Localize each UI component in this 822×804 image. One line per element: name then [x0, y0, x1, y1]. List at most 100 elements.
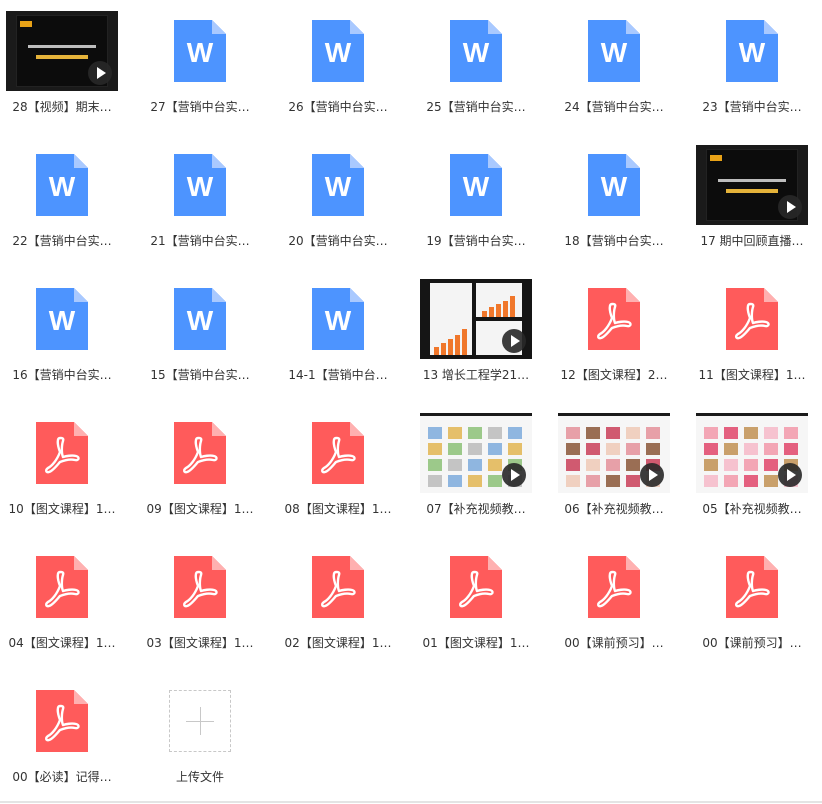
file-item[interactable]: W 15【营销中台实… [131, 268, 269, 402]
file-thumbnail[interactable] [0, 10, 131, 92]
file-thumbnail[interactable]: W [131, 144, 269, 226]
file-item[interactable]: W 23【营销中台实… [683, 0, 821, 134]
file-thumbnail[interactable] [683, 144, 821, 226]
file-item[interactable]: 00【课前预习】… [683, 536, 821, 670]
play-icon[interactable] [502, 329, 526, 353]
file-thumbnail[interactable] [131, 412, 269, 494]
file-item[interactable]: 03【图文课程】1… [131, 536, 269, 670]
file-thumbnail[interactable] [269, 412, 407, 494]
file-thumbnail[interactable] [0, 546, 131, 628]
file-item[interactable]: W 19【营销中台实… [407, 134, 545, 268]
file-thumbnail[interactable]: W [269, 144, 407, 226]
file-thumbnail[interactable]: W [131, 10, 269, 92]
file-item[interactable]: 28【视频】期末… [0, 0, 131, 134]
play-icon[interactable] [502, 463, 526, 487]
file-thumbnail[interactable] [683, 546, 821, 628]
file-thumbnail[interactable] [683, 412, 821, 494]
file-thumbnail[interactable]: W [683, 10, 821, 92]
file-item[interactable]: W 24【营销中台实… [545, 0, 683, 134]
file-name[interactable]: 01【图文课程】1… [409, 635, 543, 651]
play-icon[interactable] [778, 463, 802, 487]
file-thumbnail[interactable]: W [131, 278, 269, 360]
file-item[interactable]: 00【课前预习】… [545, 536, 683, 670]
file-name[interactable]: 00【课前预习】… [547, 635, 681, 651]
file-name[interactable]: 19【营销中台实… [409, 233, 543, 249]
file-name[interactable]: 23【营销中台实… [685, 99, 819, 115]
upload-thumbnail[interactable] [131, 680, 269, 762]
play-icon[interactable] [640, 463, 664, 487]
file-thumbnail[interactable]: W [269, 278, 407, 360]
plus-icon[interactable] [169, 690, 231, 752]
file-item[interactable]: 09【图文课程】1… [131, 402, 269, 536]
file-item[interactable]: 00【必读】记得… [0, 670, 131, 804]
file-thumbnail[interactable] [131, 546, 269, 628]
file-name[interactable]: 28【视频】期末… [0, 99, 129, 115]
file-thumbnail[interactable] [407, 278, 545, 360]
file-name[interactable]: 21【营销中台实… [133, 233, 267, 249]
file-item[interactable]: W 21【营销中台实… [131, 134, 269, 268]
file-thumbnail[interactable] [545, 412, 683, 494]
file-name[interactable]: 11【图文课程】1… [685, 367, 819, 383]
file-name[interactable]: 25【营销中台实… [409, 99, 543, 115]
file-name[interactable]: 15【营销中台实… [133, 367, 267, 383]
file-item[interactable]: W 14-1【营销中台… [269, 268, 407, 402]
file-name[interactable]: 18【营销中台实… [547, 233, 681, 249]
file-item[interactable]: W 26【营销中台实… [269, 0, 407, 134]
play-icon[interactable] [88, 61, 112, 85]
file-thumbnail[interactable]: W [545, 10, 683, 92]
file-item[interactable]: 17 期中回顾直播… [683, 134, 821, 268]
file-name[interactable]: 09【图文课程】1… [133, 501, 267, 517]
file-item[interactable]: 07【补充视频教… [407, 402, 545, 536]
file-name[interactable]: 12【图文课程】2… [547, 367, 681, 383]
file-thumbnail[interactable]: W [407, 10, 545, 92]
file-name[interactable]: 05【补充视频教… [685, 501, 819, 517]
file-item[interactable]: 06【补充视频教… [545, 402, 683, 536]
file-name[interactable]: 24【营销中台实… [547, 99, 681, 115]
upload-file-button[interactable]: 上传文件 [131, 670, 269, 804]
file-item[interactable]: 02【图文课程】1… [269, 536, 407, 670]
file-thumbnail[interactable] [545, 546, 683, 628]
file-name[interactable]: 08【图文课程】1… [271, 501, 405, 517]
file-thumbnail[interactable] [545, 278, 683, 360]
play-icon[interactable] [778, 195, 802, 219]
file-name[interactable]: 10【图文课程】1… [0, 501, 129, 517]
file-item[interactable]: W 22【营销中台实… [0, 134, 131, 268]
file-name[interactable]: 27【营销中台实… [133, 99, 267, 115]
file-name[interactable]: 13 增长工程学21… [409, 367, 543, 383]
file-item[interactable]: 11【图文课程】1… [683, 268, 821, 402]
file-item[interactable]: 04【图文课程】1… [0, 536, 131, 670]
file-name[interactable]: 26【营销中台实… [271, 99, 405, 115]
upload-label[interactable]: 上传文件 [133, 769, 267, 785]
file-name[interactable]: 02【图文课程】1… [271, 635, 405, 651]
file-item[interactable]: W 20【营销中台实… [269, 134, 407, 268]
file-thumbnail[interactable] [407, 546, 545, 628]
file-thumbnail[interactable]: W [0, 278, 131, 360]
file-thumbnail[interactable]: W [269, 10, 407, 92]
file-name[interactable]: 20【营销中台实… [271, 233, 405, 249]
file-thumbnail[interactable] [407, 412, 545, 494]
file-name[interactable]: 04【图文课程】1… [0, 635, 129, 651]
file-thumbnail[interactable] [0, 680, 131, 762]
file-item[interactable]: 13 增长工程学21… [407, 268, 545, 402]
file-thumbnail[interactable]: W [0, 144, 131, 226]
file-name[interactable]: 00【必读】记得… [0, 769, 129, 785]
file-item[interactable]: 08【图文课程】1… [269, 402, 407, 536]
file-item[interactable]: W 18【营销中台实… [545, 134, 683, 268]
file-name[interactable]: 07【补充视频教… [409, 501, 543, 517]
file-item[interactable]: 01【图文课程】1… [407, 536, 545, 670]
file-thumbnail[interactable]: W [407, 144, 545, 226]
file-thumbnail[interactable] [0, 412, 131, 494]
file-item[interactable]: 12【图文课程】2… [545, 268, 683, 402]
file-name[interactable]: 17 期中回顾直播… [685, 233, 819, 249]
file-thumbnail[interactable] [269, 546, 407, 628]
file-thumbnail[interactable]: W [545, 144, 683, 226]
file-item[interactable]: 05【补充视频教… [683, 402, 821, 536]
file-item[interactable]: W 27【营销中台实… [131, 0, 269, 134]
file-name[interactable]: 16【营销中台实… [0, 367, 129, 383]
file-name[interactable]: 06【补充视频教… [547, 501, 681, 517]
file-name[interactable]: 14-1【营销中台… [271, 367, 405, 383]
file-item[interactable]: 10【图文课程】1… [0, 402, 131, 536]
file-item[interactable]: W 25【营销中台实… [407, 0, 545, 134]
file-name[interactable]: 00【课前预习】… [685, 635, 819, 651]
file-item[interactable]: W 16【营销中台实… [0, 268, 131, 402]
